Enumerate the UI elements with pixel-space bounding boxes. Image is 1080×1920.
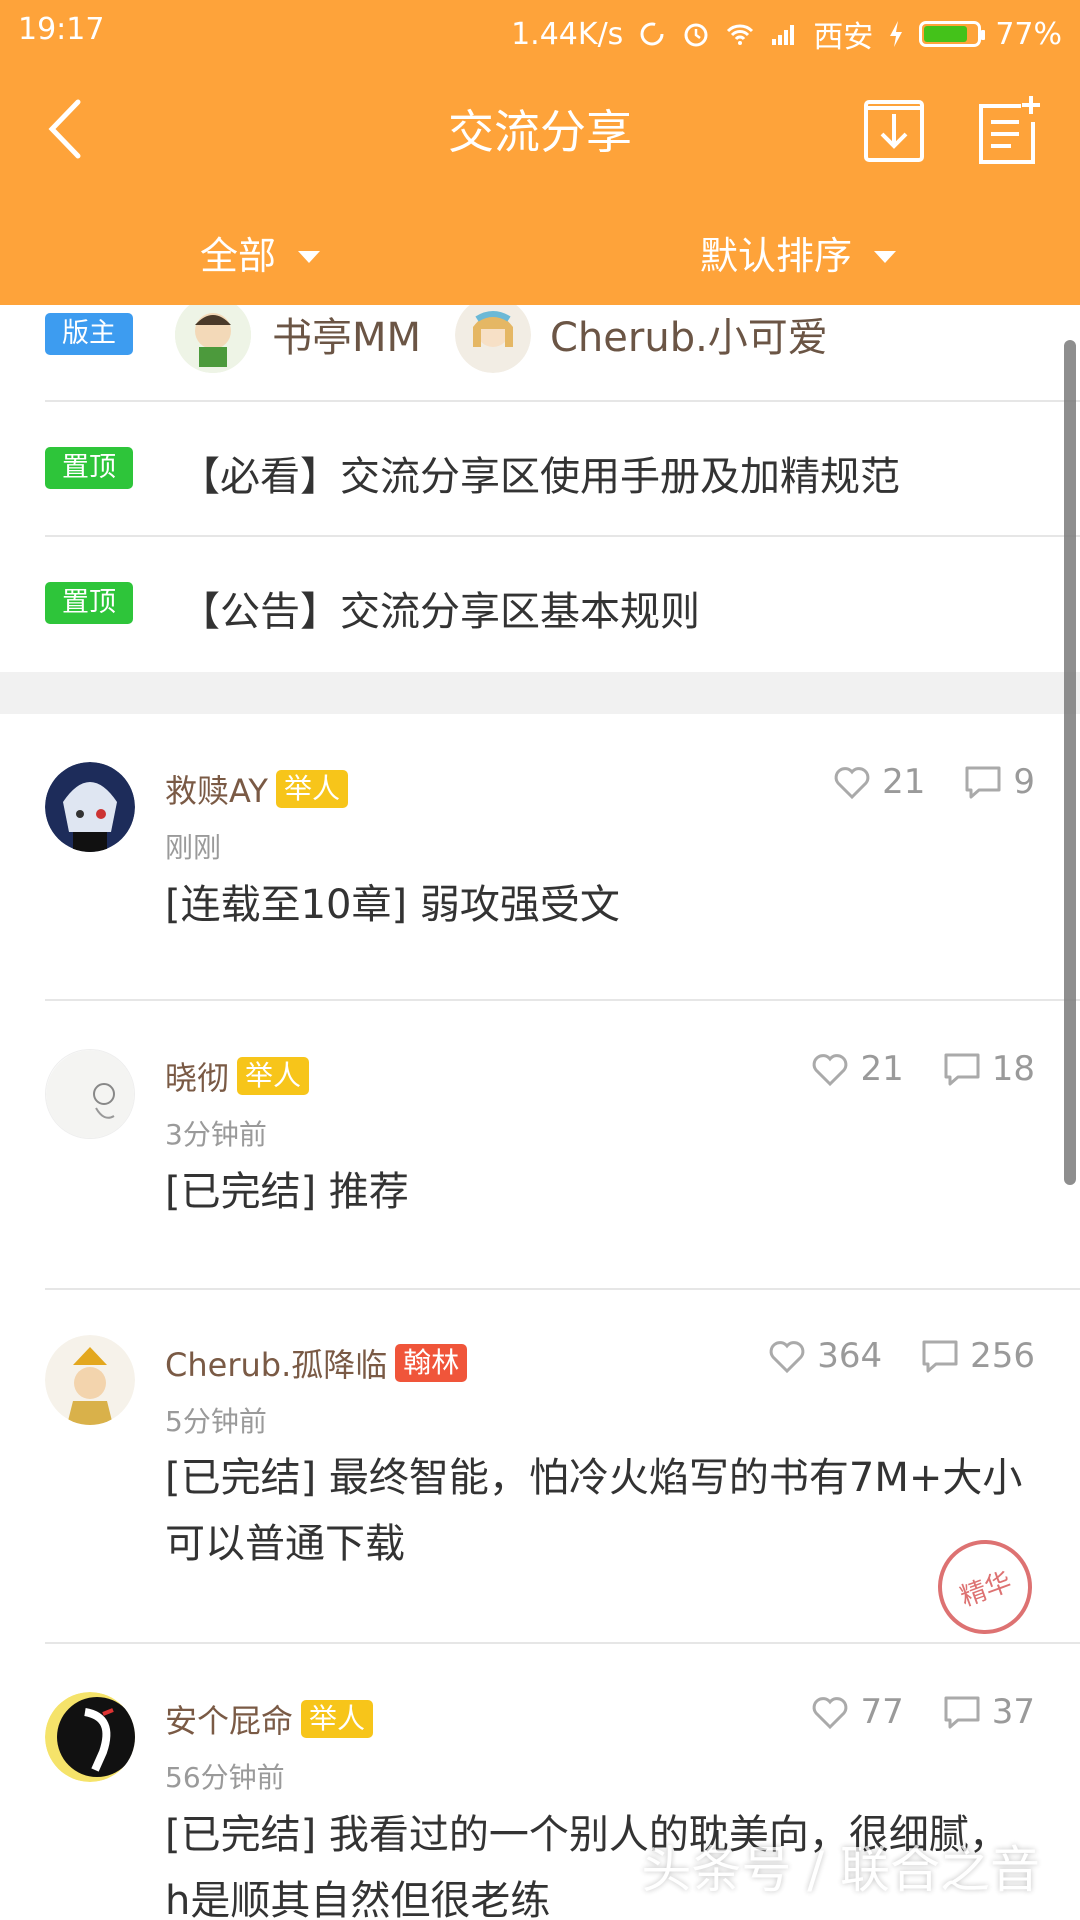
author-name: Cherub.孤降临 (165, 1346, 388, 1384)
rank-badge: 举人 (275, 770, 348, 808)
chevron-down-icon (298, 250, 321, 263)
post-author[interactable]: 安个屁命 举人 (165, 1696, 374, 1742)
like-count: 364 (817, 1336, 883, 1376)
pinned-title: 【公告】交流分享区基本规则 (180, 589, 700, 635)
pinned-tag: 置顶 (45, 582, 133, 624)
title-bar: 交流分享 (0, 62, 1080, 192)
comment-count: 9 (1013, 762, 1035, 802)
comment-icon (944, 1053, 980, 1086)
like-stat[interactable]: 364 (767, 1336, 882, 1376)
heart-icon (813, 1054, 848, 1087)
moderator-name[interactable]: 书亭MM (272, 305, 421, 363)
avatar[interactable] (45, 762, 135, 852)
heart-icon (834, 767, 870, 800)
status-right: 1.44K/s 西安 77% (511, 12, 1062, 56)
post-time: 56分钟前 (165, 1761, 285, 1794)
avatar[interactable] (455, 305, 531, 373)
post-title: [已完结] 最终智能，怕冷火焰写的书有7M+大小可以普通下载 (165, 1455, 1023, 1567)
heart-icon (769, 1341, 805, 1374)
author-name: 救赎AY (165, 772, 268, 810)
author-name: 安个屁命 (165, 1702, 294, 1740)
like-count: 77 (860, 1692, 904, 1732)
pinned-tag: 置顶 (45, 447, 133, 489)
watermark: 头条号 / 联合之音 (641, 1841, 1040, 1899)
comment-count: 18 (991, 1049, 1035, 1089)
app-header: 19:17 1.44K/s 西安 77% 交流分享 全部 默认排序 (0, 0, 1080, 305)
wifi-icon (727, 24, 754, 45)
post-author[interactable]: 晓彻 举人 (165, 1053, 310, 1099)
post-stats: 21 9 (794, 762, 1035, 802)
post-time: 刚刚 (165, 831, 222, 864)
avatar[interactable] (45, 1335, 135, 1425)
battery-icon (919, 21, 986, 47)
pinned-title: 【必看】交流分享区使用手册及加精规范 (180, 454, 900, 500)
pinned-post[interactable]: 置顶 【必看】交流分享区使用手册及加精规范 (0, 402, 1080, 535)
like-stat[interactable]: 21 (810, 1049, 904, 1089)
pinned-post[interactable]: 置顶 【公告】交流分享区基本规则 (0, 537, 1080, 670)
carrier-label: 西安 (813, 20, 874, 55)
filter-bar: 全部 默认排序 (0, 205, 1080, 295)
signal-icon (772, 25, 795, 45)
section-gap (0, 672, 1080, 714)
category-filter-label: 全部 (200, 234, 277, 278)
sync-icon (640, 22, 664, 46)
new-post-icon[interactable] (975, 92, 1045, 166)
comment-stat[interactable]: 18 (942, 1049, 1035, 1089)
moderator-name[interactable]: Cherub.小可爱 (550, 305, 828, 363)
status-time: 19:17 (18, 12, 105, 47)
post-author[interactable]: 救赎AY 举人 (165, 766, 348, 812)
post-title: [连载至10章] 弱攻强受文 (165, 882, 620, 928)
chevron-down-icon (874, 250, 897, 263)
like-count: 21 (882, 762, 926, 802)
post-title: [已完结] 推荐 (165, 1169, 409, 1215)
comment-count: 37 (991, 1692, 1035, 1732)
list-item[interactable]: 晓彻 举人 3分钟前 [已完结] 推荐 21 18 (0, 1001, 1080, 1291)
post-time: 5分钟前 (165, 1405, 267, 1438)
like-stat[interactable]: 21 (832, 762, 925, 802)
comment-stat[interactable]: 9 (963, 762, 1035, 802)
list-item[interactable]: Cherub.孤降临 翰林 5分钟前 [已完结] 最终智能，怕冷火焰写的书有7M… (0, 1290, 1080, 1645)
charging-icon (890, 21, 903, 47)
sort-filter[interactable]: 默认排序 (700, 225, 897, 280)
comment-count: 256 (970, 1336, 1035, 1376)
sort-filter-label: 默认排序 (700, 234, 853, 278)
category-filter[interactable]: 全部 (200, 225, 321, 280)
avatar[interactable] (45, 1692, 135, 1782)
comment-stat[interactable]: 256 (920, 1336, 1035, 1376)
avatar[interactable] (45, 1049, 135, 1139)
post-stats: 77 37 (772, 1692, 1035, 1732)
avatar[interactable] (175, 305, 251, 373)
battery-percent: 77% (995, 16, 1062, 52)
post-stats: 21 18 (772, 1049, 1035, 1089)
post-stats: 364 256 (729, 1336, 1035, 1376)
list-item[interactable]: 救赎AY 举人 刚刚 [连载至10章] 弱攻强受文 21 9 (0, 714, 1080, 1004)
post-author[interactable]: Cherub.孤降临 翰林 (165, 1340, 468, 1386)
alarm-icon (684, 23, 708, 47)
like-stat[interactable]: 77 (810, 1692, 904, 1732)
scrollbar[interactable] (1064, 340, 1076, 1185)
rank-badge: 举人 (301, 1700, 374, 1738)
like-count: 21 (860, 1049, 904, 1089)
comment-icon (944, 1696, 980, 1729)
comment-stat[interactable]: 37 (942, 1692, 1035, 1732)
moderator-tag: 版主 (45, 313, 133, 355)
rank-badge: 举人 (237, 1057, 310, 1095)
comment-icon (922, 1340, 958, 1373)
network-speed: 1.44K/s (511, 16, 624, 52)
author-name: 晓彻 (165, 1059, 230, 1097)
heart-icon (813, 1697, 848, 1730)
post-time: 3分钟前 (165, 1118, 267, 1151)
download-icon[interactable] (860, 92, 930, 166)
post-list: 版主 书亭MM Cherub.小可爱 置顶 【必看】交流分享区使用手册及加精规范… (0, 305, 1080, 1920)
comment-icon (965, 766, 1001, 799)
moderator-row: 版主 书亭MM Cherub.小可爱 (0, 305, 1080, 400)
status-bar: 19:17 1.44K/s 西安 77% (0, 0, 1080, 62)
rank-badge: 翰林 (395, 1344, 468, 1382)
